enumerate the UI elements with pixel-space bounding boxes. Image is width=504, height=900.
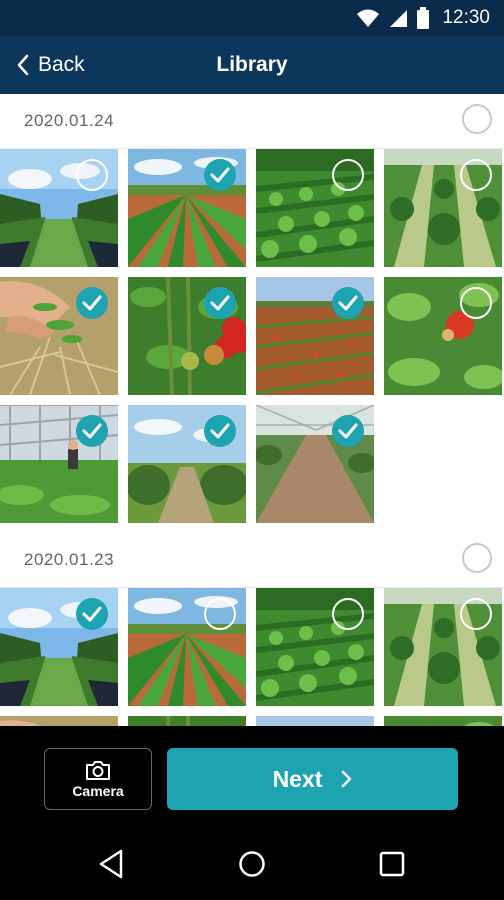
status-bar: 12:30 [0, 0, 504, 36]
selected-check-icon[interactable] [76, 415, 108, 447]
photo-thumbnail[interactable] [128, 588, 246, 706]
photo-thumbnail[interactable] [384, 716, 502, 726]
photo-thumbnail[interactable] [128, 405, 246, 523]
status-time: 12:30 [442, 7, 490, 28]
selected-check-icon[interactable] [332, 415, 364, 447]
nav-home-icon[interactable] [236, 846, 268, 882]
camera-label: Camera [72, 783, 124, 799]
photo-thumbnail[interactable] [256, 405, 374, 523]
camera-icon [86, 761, 110, 780]
select-all-circle[interactable] [462, 104, 492, 134]
date-label: 2020.01.23 [24, 550, 115, 569]
select-circle[interactable] [204, 598, 236, 630]
back-button[interactable]: Back [16, 36, 85, 94]
next-label: Next [272, 765, 323, 792]
photo-thumbnail[interactable] [128, 716, 246, 726]
photo-thumbnail[interactable] [0, 588, 118, 706]
selected-check-icon[interactable] [332, 287, 364, 319]
photo-thumbnail[interactable] [384, 277, 502, 395]
selected-check-icon[interactable] [204, 159, 236, 191]
photo-grid [0, 149, 504, 533]
wifi-icon [357, 9, 380, 27]
select-circle[interactable] [76, 159, 108, 191]
photo-thumbnail[interactable] [0, 149, 118, 267]
system-nav-bar [0, 830, 504, 900]
date-group-header: 2020.01.24 [0, 94, 504, 149]
photo-thumbnail[interactable] [0, 716, 118, 726]
app-bar: Back Library [0, 36, 504, 94]
date-label: 2020.01.24 [24, 111, 115, 130]
nav-back-icon[interactable] [96, 846, 126, 882]
photo-image [256, 716, 374, 726]
photo-image [0, 716, 118, 726]
photo-thumbnail[interactable] [256, 277, 374, 395]
selected-check-icon[interactable] [204, 415, 236, 447]
signal-icon [390, 10, 408, 27]
photo-thumbnail[interactable] [256, 149, 374, 267]
nav-recents-icon[interactable] [376, 846, 408, 882]
select-circle[interactable] [332, 159, 364, 191]
photo-thumbnail[interactable] [0, 277, 118, 395]
camera-button[interactable]: Camera [44, 748, 152, 810]
photo-thumbnail[interactable] [128, 277, 246, 395]
select-circle[interactable] [460, 598, 492, 630]
select-circle[interactable] [460, 159, 492, 191]
selected-check-icon[interactable] [76, 598, 108, 630]
photo-thumbnail[interactable] [384, 149, 502, 267]
battery-icon [417, 7, 430, 29]
photo-thumbnail[interactable] [256, 716, 374, 726]
select-all-circle[interactable] [462, 543, 492, 573]
photo-image [128, 716, 246, 726]
chevron-right-icon [342, 770, 352, 788]
photo-thumbnail[interactable] [384, 588, 502, 706]
next-button[interactable]: Next [167, 748, 458, 810]
selected-check-icon[interactable] [204, 287, 236, 319]
photo-grid [0, 588, 504, 726]
photo-thumbnail[interactable] [128, 149, 246, 267]
photo-library[interactable]: 2020.01.24 2020.01.23 [0, 94, 504, 726]
photo-thumbnail[interactable] [256, 588, 374, 706]
date-group-header: 2020.01.23 [0, 533, 504, 588]
select-circle[interactable] [332, 598, 364, 630]
action-bar: Camera Next [0, 726, 504, 830]
photo-image [384, 716, 502, 726]
chevron-left-icon [17, 54, 29, 76]
select-circle[interactable] [460, 287, 492, 319]
selected-check-icon[interactable] [76, 287, 108, 319]
photo-thumbnail[interactable] [0, 405, 118, 523]
back-label: Back [38, 53, 85, 76]
